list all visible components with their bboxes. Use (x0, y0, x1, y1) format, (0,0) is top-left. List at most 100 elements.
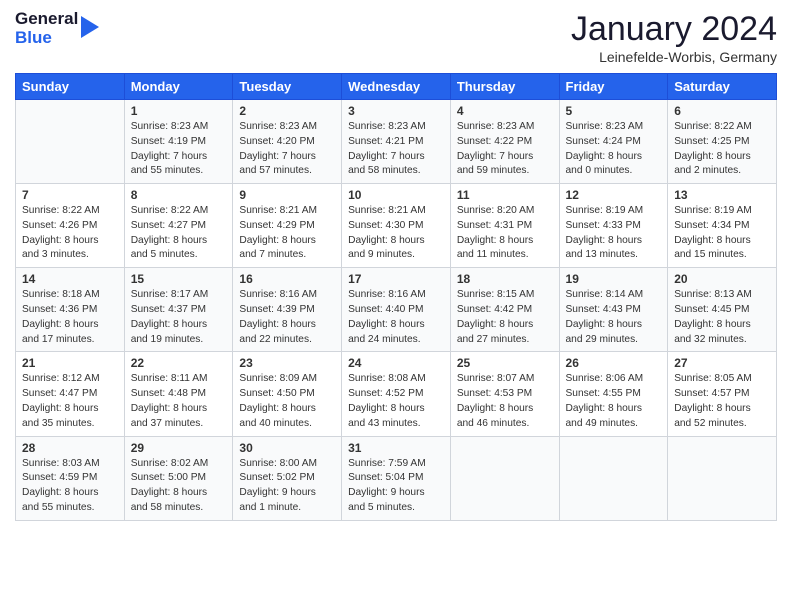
day-number: 1 (131, 104, 227, 118)
calendar-week-row: 21Sunrise: 8:12 AMSunset: 4:47 PMDayligh… (16, 352, 777, 436)
day-number: 31 (348, 441, 444, 455)
day-number: 27 (674, 356, 770, 370)
month-title: January 2024 (571, 10, 777, 49)
day-number: 4 (457, 104, 553, 118)
cell-content: Sunrise: 8:23 AMSunset: 4:24 PMDaylight:… (566, 120, 662, 179)
calendar-header-row: SundayMondayTuesdayWednesdayThursdayFrid… (16, 74, 777, 100)
col-header-wednesday: Wednesday (342, 74, 451, 100)
calendar-cell: 22 Sunrise: 8:11 AMSunset: 4:48 PMDayligh… (124, 352, 233, 436)
day-number: 9 (239, 188, 335, 202)
calendar-cell: 19 Sunrise: 8:14 AMSunset: 4:43 PMDayligh… (559, 268, 668, 352)
calendar-week-row: 1 Sunrise: 8:23 AMSunset: 4:19 PMDaylight… (16, 100, 777, 184)
calendar-cell: 17Sunrise: 8:16 AMSunset: 4:40 PMDayligh… (342, 268, 451, 352)
header: General Blue January 2024 Leinefelde-Wor… (15, 10, 777, 65)
calendar-cell (668, 436, 777, 520)
day-number: 8 (131, 188, 227, 202)
calendar-cell: 23 Sunrise: 8:09 AMSunset: 4:50 PMDayligh… (233, 352, 342, 436)
cell-content: Sunrise: 8:06 AMSunset: 4:55 PMDaylight:… (566, 372, 662, 431)
day-number: 12 (566, 188, 662, 202)
calendar-cell: 4 Sunrise: 8:23 AMSunset: 4:22 PMDaylight… (450, 100, 559, 184)
calendar-cell: 16 Sunrise: 8:16 AMSunset: 4:39 PMDayligh… (233, 268, 342, 352)
cell-content: Sunrise: 7:59 AMSunset: 5:04 PMDaylight:… (348, 457, 444, 516)
cell-content: Sunrise: 8:19 AMSunset: 4:34 PMDaylight:… (674, 204, 770, 263)
cell-content: Sunrise: 8:19 AMSunset: 4:33 PMDaylight:… (566, 204, 662, 263)
calendar-cell: 24Sunrise: 8:08 AMSunset: 4:52 PMDayligh… (342, 352, 451, 436)
calendar-cell: 14Sunrise: 8:18 AMSunset: 4:36 PMDayligh… (16, 268, 125, 352)
cell-content: Sunrise: 8:16 AMSunset: 4:40 PMDaylight:… (348, 288, 444, 347)
day-number: 28 (22, 441, 118, 455)
cell-content: Sunrise: 8:16 AMSunset: 4:39 PMDaylight:… (239, 288, 335, 347)
day-number: 2 (239, 104, 335, 118)
day-number: 10 (348, 188, 444, 202)
col-header-monday: Monday (124, 74, 233, 100)
cell-content: Sunrise: 8:22 AMSunset: 4:27 PMDaylight:… (131, 204, 227, 263)
cell-content: Sunrise: 8:20 AMSunset: 4:31 PMDaylight:… (457, 204, 553, 263)
calendar-cell: 1 Sunrise: 8:23 AMSunset: 4:19 PMDaylight… (124, 100, 233, 184)
cell-content: Sunrise: 8:00 AMSunset: 5:02 PMDaylight:… (239, 457, 335, 516)
cell-content: Sunrise: 8:11 AMSunset: 4:48 PMDaylight:… (131, 372, 227, 431)
day-number: 7 (22, 188, 118, 202)
day-number: 23 (239, 356, 335, 370)
calendar-week-row: 14Sunrise: 8:18 AMSunset: 4:36 PMDayligh… (16, 268, 777, 352)
calendar-cell: 20 Sunrise: 8:13 AMSunset: 4:45 PMDayligh… (668, 268, 777, 352)
calendar-cell: 15 Sunrise: 8:17 AMSunset: 4:37 PMDayligh… (124, 268, 233, 352)
day-number: 29 (131, 441, 227, 455)
calendar-cell: 2 Sunrise: 8:23 AMSunset: 4:20 PMDaylight… (233, 100, 342, 184)
day-number: 22 (131, 356, 227, 370)
logo-arrow-icon (81, 16, 99, 38)
cell-content: Sunrise: 8:21 AMSunset: 4:29 PMDaylight:… (239, 204, 335, 263)
calendar-cell: 21Sunrise: 8:12 AMSunset: 4:47 PMDayligh… (16, 352, 125, 436)
cell-content: Sunrise: 8:23 AMSunset: 4:19 PMDaylight:… (131, 120, 227, 179)
logo-blue: Blue (15, 29, 78, 48)
calendar-cell: 25Sunrise: 8:07 AMSunset: 4:53 PMDayligh… (450, 352, 559, 436)
col-header-tuesday: Tuesday (233, 74, 342, 100)
day-number: 16 (239, 272, 335, 286)
day-number: 19 (566, 272, 662, 286)
calendar-cell: 28Sunrise: 8:03 AMSunset: 4:59 PMDayligh… (16, 436, 125, 520)
day-number: 21 (22, 356, 118, 370)
day-number: 18 (457, 272, 553, 286)
col-header-sunday: Sunday (16, 74, 125, 100)
calendar-cell: 29 Sunrise: 8:02 AMSunset: 5:00 PMDayligh… (124, 436, 233, 520)
cell-content: Sunrise: 8:22 AMSunset: 4:26 PMDaylight:… (22, 204, 118, 263)
title-area: January 2024 Leinefelde-Worbis, Germany (571, 10, 777, 65)
cell-content: Sunrise: 8:14 AMSunset: 4:43 PMDaylight:… (566, 288, 662, 347)
day-number: 14 (22, 272, 118, 286)
calendar-cell: 18 Sunrise: 8:15 AMSunset: 4:42 PMDayligh… (450, 268, 559, 352)
col-header-saturday: Saturday (668, 74, 777, 100)
calendar-week-row: 7 Sunrise: 8:22 AMSunset: 4:26 PMDaylight… (16, 184, 777, 268)
cell-content: Sunrise: 8:15 AMSunset: 4:42 PMDaylight:… (457, 288, 553, 347)
location-subtitle: Leinefelde-Worbis, Germany (571, 49, 777, 65)
calendar-cell: 30Sunrise: 8:00 AMSunset: 5:02 PMDayligh… (233, 436, 342, 520)
cell-content: Sunrise: 8:05 AMSunset: 4:57 PMDaylight:… (674, 372, 770, 431)
day-number: 5 (566, 104, 662, 118)
cell-content: Sunrise: 8:17 AMSunset: 4:37 PMDaylight:… (131, 288, 227, 347)
day-number: 26 (566, 356, 662, 370)
calendar-cell: 31 Sunrise: 7:59 AMSunset: 5:04 PMDayligh… (342, 436, 451, 520)
calendar-cell: 27 Sunrise: 8:05 AMSunset: 4:57 PMDayligh… (668, 352, 777, 436)
calendar-cell: 10 Sunrise: 8:21 AMSunset: 4:30 PMDayligh… (342, 184, 451, 268)
cell-content: Sunrise: 8:23 AMSunset: 4:22 PMDaylight:… (457, 120, 553, 179)
col-header-friday: Friday (559, 74, 668, 100)
day-number: 24 (348, 356, 444, 370)
day-number: 20 (674, 272, 770, 286)
calendar-cell: 8 Sunrise: 8:22 AMSunset: 4:27 PMDaylight… (124, 184, 233, 268)
cell-content: Sunrise: 8:23 AMSunset: 4:21 PMDaylight:… (348, 120, 444, 179)
cell-content: Sunrise: 8:02 AMSunset: 5:00 PMDaylight:… (131, 457, 227, 516)
cell-content: Sunrise: 8:23 AMSunset: 4:20 PMDaylight:… (239, 120, 335, 179)
calendar-cell: 26 Sunrise: 8:06 AMSunset: 4:55 PMDayligh… (559, 352, 668, 436)
calendar-week-row: 28Sunrise: 8:03 AMSunset: 4:59 PMDayligh… (16, 436, 777, 520)
calendar-table: SundayMondayTuesdayWednesdayThursdayFrid… (15, 73, 777, 521)
logo-general: General (15, 10, 78, 29)
cell-content: Sunrise: 8:13 AMSunset: 4:45 PMDaylight:… (674, 288, 770, 347)
day-number: 15 (131, 272, 227, 286)
cell-content: Sunrise: 8:21 AMSunset: 4:30 PMDaylight:… (348, 204, 444, 263)
cell-content: Sunrise: 8:09 AMSunset: 4:50 PMDaylight:… (239, 372, 335, 431)
page-container: General Blue January 2024 Leinefelde-Wor… (0, 0, 792, 531)
day-number: 11 (457, 188, 553, 202)
calendar-cell: 6Sunrise: 8:22 AMSunset: 4:25 PMDaylight… (668, 100, 777, 184)
col-header-thursday: Thursday (450, 74, 559, 100)
day-number: 13 (674, 188, 770, 202)
cell-content: Sunrise: 8:07 AMSunset: 4:53 PMDaylight:… (457, 372, 553, 431)
calendar-cell: 11 Sunrise: 8:20 AMSunset: 4:31 PMDayligh… (450, 184, 559, 268)
